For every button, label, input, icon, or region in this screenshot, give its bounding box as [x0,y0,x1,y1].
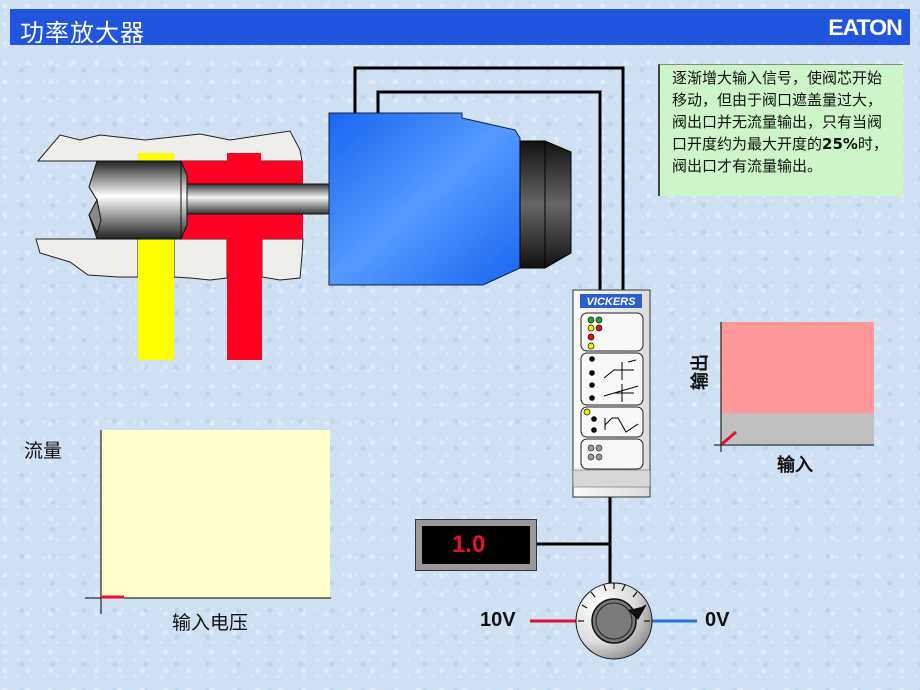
note-highlight: 25% [822,135,858,153]
vickers-brand: VICKERS [587,296,637,308]
spool [88,160,188,240]
potentiometer-knob[interactable] [575,582,653,660]
valve-body-bottom [35,238,139,278]
pot-label-0v: 0V [705,609,730,631]
spool-rod [186,183,330,215]
io-chart [714,322,874,452]
io-chart-deadband-region [721,413,874,444]
flow-ylabel: 流量 [24,440,63,462]
flow-chart-plot [101,430,330,598]
io-xlabel: 输入 [777,455,813,476]
flow-xlabel: 输入电压 [172,612,249,634]
voltage-display: 1.0 [415,519,537,571]
io-ylabel: 输出 [690,354,711,390]
pot-label-10v: 10V [480,609,516,631]
flow-chart [85,430,331,614]
display-value: 1.0 [452,531,486,558]
explanation-note: 逐渐增大输入信号，使阀芯开始移动，但由于阀口遮盖量过大，阀出口并无流量输出，只有… [658,64,903,196]
amplifier-module: VICKERS [572,289,651,498]
solenoid [328,112,521,286]
io-chart-output-region [721,322,874,414]
